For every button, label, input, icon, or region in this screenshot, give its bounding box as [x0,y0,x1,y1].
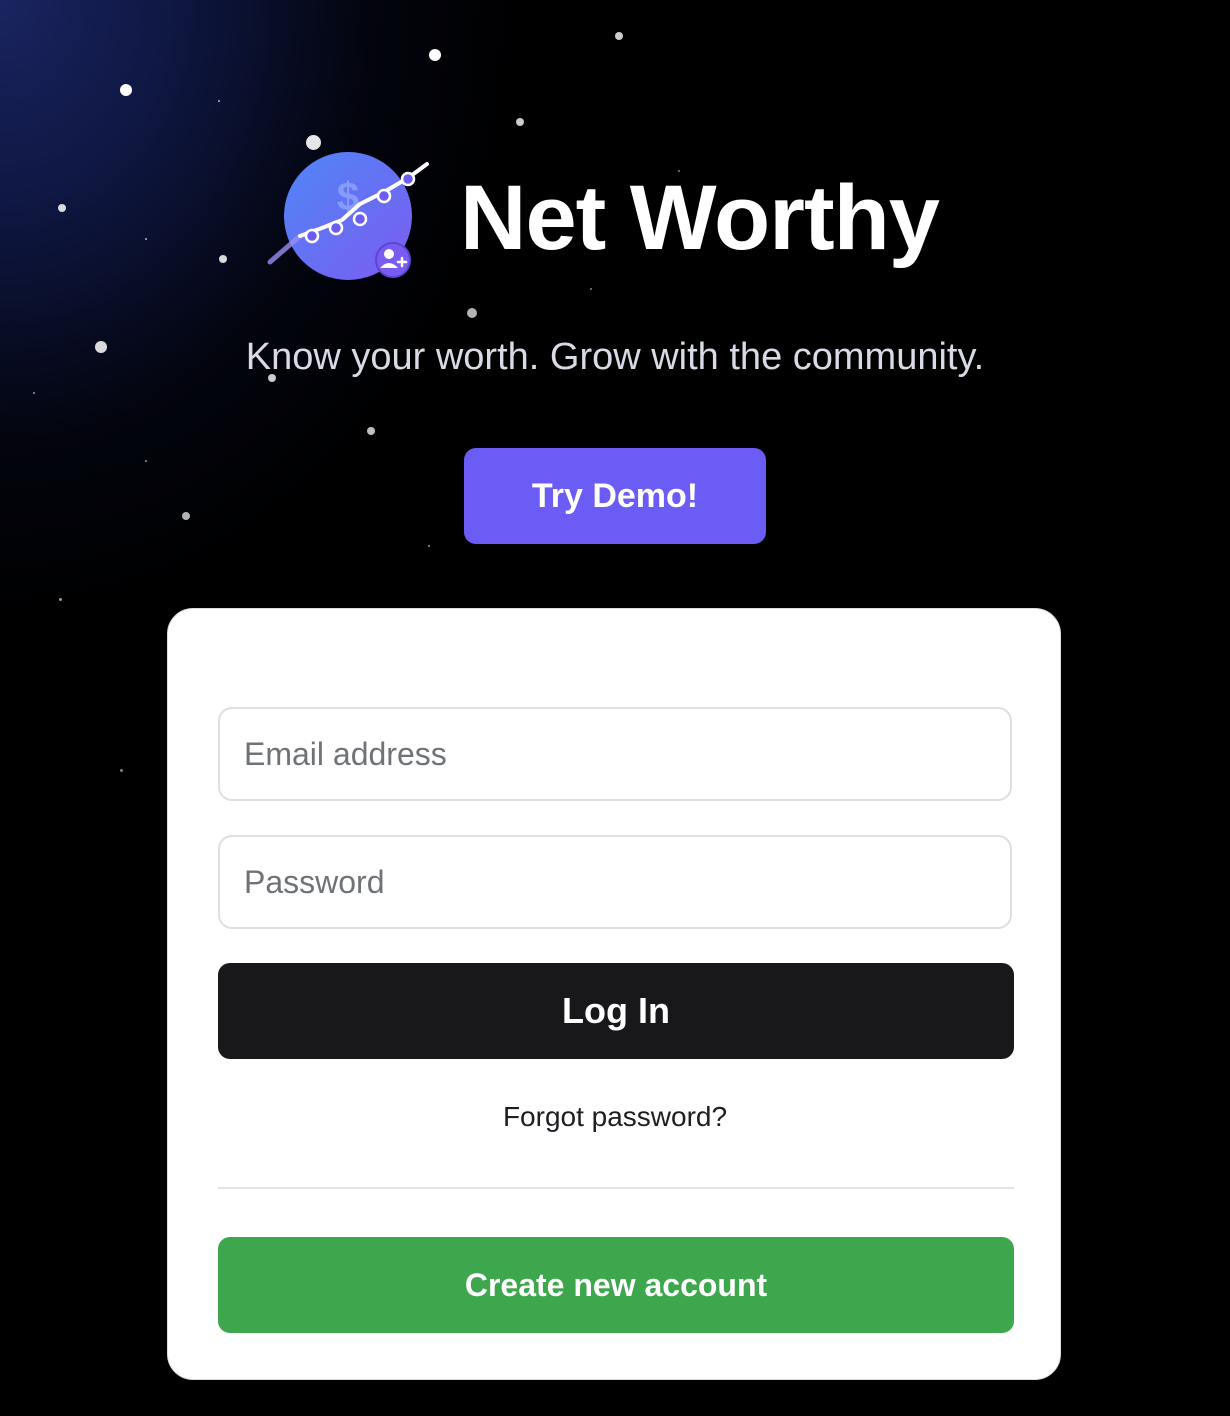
star [367,427,375,435]
planet-chart-dollar-icon: $ [267,152,429,280]
create-account-button[interactable]: Create new account [218,1237,1014,1333]
star [145,238,147,240]
star [429,49,441,61]
forgot-password-link[interactable]: Forgot password? [168,1097,1062,1137]
add-user-icon [375,242,411,278]
star [59,598,62,601]
star [467,308,477,318]
email-field[interactable] [218,707,1012,801]
star [182,512,190,520]
star [58,204,66,212]
star [615,32,623,40]
star [120,84,132,96]
app-logo: $ [262,140,437,290]
divider [218,1187,1014,1189]
tagline: Know your worth. Grow with the community… [245,336,985,378]
star [218,100,220,102]
star [145,460,147,462]
star [590,288,592,290]
app-title: Net Worthy [460,167,940,269]
star [516,118,524,126]
login-button[interactable]: Log In [218,963,1014,1059]
star [219,255,227,263]
star [33,392,35,394]
password-field[interactable] [218,835,1012,929]
login-card: Log In Forgot password? Create new accou… [167,608,1061,1380]
star [428,545,430,547]
try-demo-button[interactable]: Try Demo! [464,448,766,544]
star [120,769,123,772]
